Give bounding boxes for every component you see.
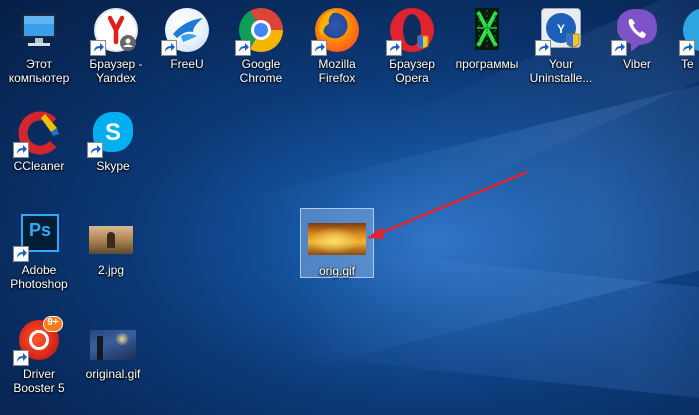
desktop: Этот компьютер Браузер - Yandex FreeU Go… — [0, 0, 699, 415]
annotation-arrow — [367, 170, 528, 239]
